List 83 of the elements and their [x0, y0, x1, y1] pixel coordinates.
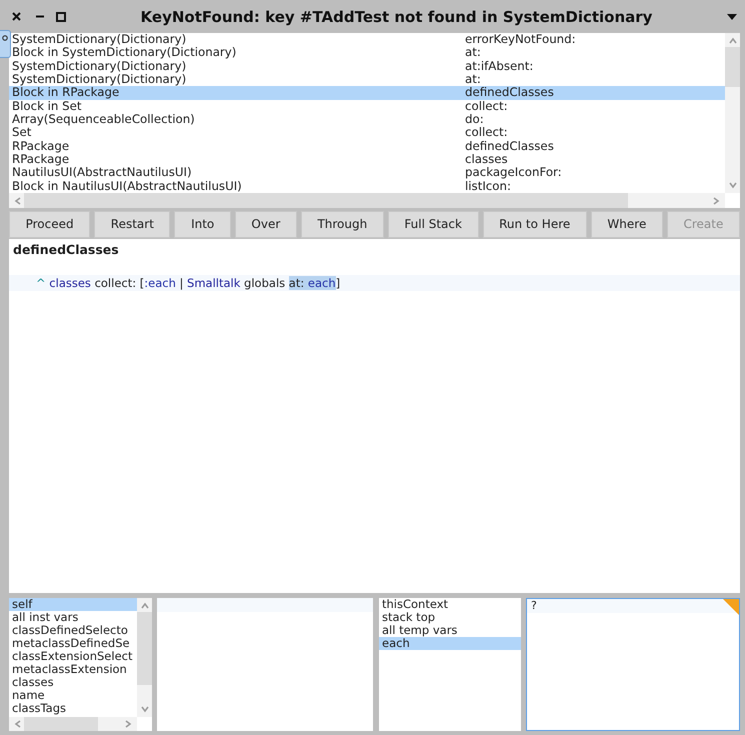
receiver-class-text: RPackage [12, 152, 70, 166]
method-selector-text: classes [465, 152, 508, 166]
debugger-button[interactable]: Restart [94, 211, 170, 238]
debugger-button[interactable]: Over [234, 211, 297, 238]
stack-frame-row[interactable]: Block in Set collect: [9, 100, 725, 113]
receiver-class-text: Set [12, 126, 32, 140]
side-flap-tab[interactable] [0, 30, 11, 58]
scroll-down-icon[interactable] [728, 181, 738, 189]
stack-frame-row[interactable]: Set collect: [9, 126, 725, 140]
method-selector-text: errorKeyNotFound: [465, 33, 576, 46]
horizontal-scrollbar[interactable] [9, 193, 725, 208]
stack-frame-row[interactable]: SystemDictionary(Dictionary) at:ifAbsent: [9, 60, 725, 73]
horizontal-scrollbar[interactable] [9, 717, 137, 731]
scroll-down-icon[interactable] [140, 705, 150, 713]
receiver-class-text: SystemDictionary(Dictionary) [12, 72, 188, 86]
inspector-field-item[interactable]: self [9, 598, 137, 611]
stack-frame-row[interactable]: Array(SequenceableCollection) do: [9, 112, 725, 126]
method-selector-text: packageIconFor: [465, 166, 562, 180]
inspector-field-item[interactable]: thisContext [379, 598, 521, 611]
inspector-field-item[interactable]: stack top [379, 611, 521, 624]
scroll-up-icon[interactable] [140, 602, 150, 610]
debugger-button[interactable]: Into [174, 211, 231, 238]
vertical-scrollbar[interactable] [725, 33, 740, 193]
method-selector-text: at: [465, 72, 481, 86]
scroll-left-icon[interactable] [14, 196, 22, 206]
menu-caret-icon[interactable] [727, 14, 737, 20]
debugger-button[interactable]: Through [300, 211, 384, 238]
stack-frame-row[interactable]: RPackage definedClasses [9, 140, 725, 153]
scrollbar-thumb[interactable] [725, 47, 740, 87]
method-selector-heading: definedClasses [13, 242, 120, 258]
inspector-field-item[interactable]: all temp vars [379, 624, 521, 637]
debugger-button[interactable]: Run to Here [482, 211, 587, 238]
stack-frame-row[interactable]: Block in SystemDictionary(Dictionary) at: [9, 46, 725, 60]
inspector-field-item[interactable]: metaclassExtension [9, 663, 137, 676]
method-selector-text: definedClasses [465, 86, 554, 100]
inspector-field-item[interactable]: classTags [9, 702, 137, 715]
method-selector-text: definedClasses [465, 140, 554, 153]
ring-icon [2, 35, 8, 41]
receiver-class-text: Block in Set [12, 100, 83, 113]
inspector-field-item[interactable]: each [379, 637, 521, 650]
stack-frame-row[interactable]: Block in RPackage definedClasses [9, 86, 725, 100]
inspector-field-item[interactable]: classDefinedSelecto [9, 624, 137, 637]
stack-frame-row[interactable]: RPackage classes [9, 152, 725, 166]
stack-frame-row[interactable]: SystemDictionary(Dictionary) at: [9, 72, 725, 86]
window-title: KeyNotFound: key #TAddTest not found in SystemDictionary [140, 6, 652, 26]
inspector-field-item[interactable]: classExtensionSelect [9, 650, 137, 663]
inspector-field-item[interactable]: all inst vars [9, 611, 137, 624]
maximize-icon[interactable] [56, 12, 66, 22]
receiver-class-text: SystemDictionary(Dictionary) [12, 60, 188, 73]
receiver-class-text: SystemDictionary(Dictionary) [12, 33, 188, 46]
stack-frame-row[interactable]: NautilusUI(AbstractNautilusUI) packageIconFor: [9, 166, 725, 180]
scroll-up-icon[interactable] [728, 37, 738, 45]
inspector-field-item[interactable]: name [9, 689, 137, 702]
receiver-value-field[interactable] [157, 598, 373, 731]
receiver-class-text: Array(SequenceableCollection) [12, 112, 196, 126]
stack-frame-row[interactable]: SystemDictionary(Dictionary) errorKeyNotFound: [9, 33, 725, 46]
scrollbar-thumb[interactable] [24, 717, 98, 731]
stack-frame-row[interactable]: Block in NautilusUI(AbstractNautilusUI) listIcon: [9, 180, 725, 193]
scrollbar-thumb[interactable] [137, 612, 152, 685]
debugger-button[interactable]: Proceed [9, 211, 90, 238]
scroll-left-icon[interactable] [14, 719, 22, 729]
debugger-button[interactable]: Where [590, 211, 663, 238]
receiver-class-text: RPackage [12, 140, 70, 153]
scrollbar-thumb[interactable] [24, 193, 628, 208]
method-selector-text: collect: [465, 126, 508, 140]
inspector-field-item[interactable]: metaclassDefinedSe [9, 637, 137, 650]
vertical-scrollbar[interactable] [137, 598, 152, 717]
method-selector-text: do: [465, 112, 484, 126]
close-icon[interactable] [12, 12, 21, 21]
receiver-class-text: NautilusUI(AbstractNautilusUI) [12, 166, 193, 180]
inspector-field-item[interactable]: classes [9, 676, 137, 689]
method-selector-text: at:ifAbsent: [465, 60, 534, 73]
code-editor[interactable]: definedClasses ^ classes collect: [:each | Smalltalk globals at: each] [9, 239, 740, 593]
receiver-class-text: Block in RPackage [12, 86, 120, 100]
debugger-button[interactable]: Full Stack [388, 211, 479, 238]
method-selector-text: listIcon: [465, 180, 511, 193]
scroll-right-icon[interactable] [712, 196, 720, 206]
context-value-field[interactable]: ? [526, 598, 740, 731]
receiver-class-text: Block in NautilusUI(AbstractNautilusUI) [12, 180, 243, 193]
scroll-right-icon[interactable] [124, 719, 132, 729]
receiver-class-text: Block in SystemDictionary(Dictionary) [12, 46, 238, 60]
method-selector-text: collect: [465, 100, 508, 113]
method-selector-text: at: [465, 46, 481, 60]
